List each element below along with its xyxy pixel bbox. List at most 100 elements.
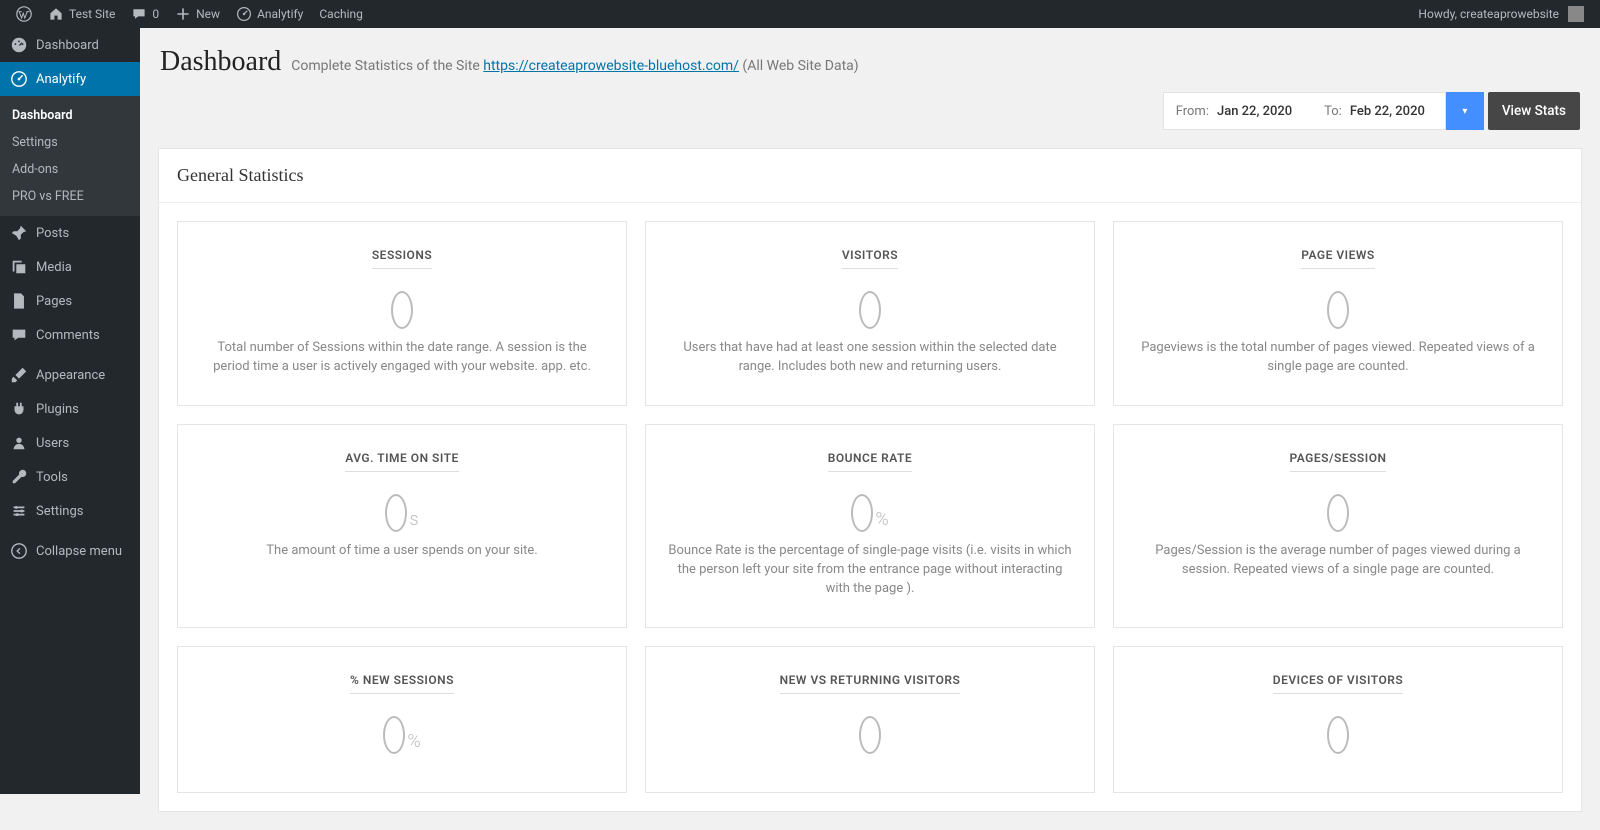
site-menu[interactable]: Test Site: [40, 0, 123, 28]
nav-label: Pages: [36, 294, 72, 309]
main-content: Dashboard Complete Statistics of the Sit…: [140, 28, 1600, 812]
stat-unit: s: [409, 509, 418, 530]
stats-grid: SESSIONS Total number of Sessions within …: [159, 203, 1581, 811]
stat-value-glyph: [851, 494, 873, 532]
nav-label: Posts: [36, 226, 69, 241]
stat-card-new-vs-returning-visitors: NEW VS RETURNING VISITORS: [645, 646, 1095, 793]
stat-card-sessions: SESSIONS Total number of Sessions within …: [177, 221, 627, 406]
wp-logo-menu[interactable]: [8, 0, 40, 28]
date-expand-button[interactable]: ▾: [1446, 92, 1484, 130]
side-nav: Dashboard Analytify Dashboard Settings A…: [0, 28, 140, 794]
analytify-menu[interactable]: Analytify: [228, 0, 311, 28]
stat-title: PAGES/SESSION: [1290, 451, 1387, 472]
gauge-icon: [10, 70, 28, 88]
panel-title: General Statistics: [159, 149, 1581, 203]
home-icon: [48, 6, 64, 22]
stat-title: BOUNCE RATE: [828, 451, 912, 472]
comment-icon: [131, 6, 147, 22]
date-range-toolbar: From: Jan 22, 2020 To: Feb 22, 2020 ▾ Vi…: [140, 92, 1600, 148]
nav-users[interactable]: Users: [0, 426, 140, 460]
to-label: To:: [1312, 104, 1350, 119]
stat-value: [666, 710, 1074, 754]
page-icon: [10, 292, 28, 310]
nav-plugins[interactable]: Plugins: [0, 392, 140, 426]
nav-label: Tools: [36, 470, 68, 485]
page-title: Dashboard: [160, 46, 281, 77]
wordpress-icon: [16, 6, 32, 22]
nav-label: Dashboard: [36, 38, 99, 53]
sub-pro-vs-free[interactable]: PRO vs FREE: [0, 183, 140, 210]
stat-card-devices-of-visitors: DEVICES OF VISITORS: [1113, 646, 1563, 793]
nav-pages[interactable]: Pages: [0, 284, 140, 318]
nav-label: Comments: [36, 328, 100, 343]
media-icon: [10, 258, 28, 276]
chevron-down-icon: ▾: [1462, 106, 1467, 117]
comment-count: 0: [152, 7, 159, 21]
admin-bar-right: Howdy, createaprowebsite: [1410, 0, 1592, 28]
stat-value: [1134, 710, 1542, 754]
nav-comments[interactable]: Comments: [0, 318, 140, 352]
caching-menu[interactable]: Caching: [311, 0, 371, 28]
stat-description: Pageviews is the total number of pages v…: [1134, 339, 1542, 377]
site-url-link[interactable]: https://createaprowebsite-bluehost.com/: [483, 58, 739, 74]
stat-value-glyph: [391, 291, 413, 329]
comment-icon: [10, 326, 28, 344]
nav-posts[interactable]: Posts: [0, 216, 140, 250]
sub-settings[interactable]: Settings: [0, 129, 140, 156]
nav-label: Media: [36, 260, 72, 275]
nav-label: Collapse menu: [36, 544, 122, 559]
nav-appearance[interactable]: Appearance: [0, 358, 140, 392]
nav-tools[interactable]: Tools: [0, 460, 140, 494]
analytify-submenu: Dashboard Settings Add-ons PRO vs FREE: [0, 96, 140, 216]
stat-value-glyph: [385, 494, 407, 532]
stat-unit: %: [875, 509, 888, 530]
nav-label: Plugins: [36, 402, 79, 417]
new-menu[interactable]: New: [167, 0, 228, 28]
stat-value: %: [666, 488, 1074, 532]
sub-dashboard[interactable]: Dashboard: [0, 102, 140, 129]
sub-addons[interactable]: Add-ons: [0, 156, 140, 183]
stat-title: AVG. TIME ON SITE: [345, 451, 459, 472]
stat-value: s: [198, 488, 606, 532]
subtitle-prefix: Complete Statistics of the Site: [291, 58, 483, 74]
site-name: Test Site: [69, 7, 115, 21]
dashboard-icon: [10, 36, 28, 54]
nav-label: Analytify: [36, 72, 86, 87]
nav-analytify[interactable]: Analytify: [0, 62, 140, 96]
stat-value-glyph: [383, 716, 405, 754]
page-subtitle: Complete Statistics of the Site https://…: [291, 58, 858, 74]
avatar: [1568, 6, 1584, 22]
nav-collapse-menu[interactable]: Collapse menu: [0, 534, 140, 568]
stat-title: VISITORS: [842, 248, 898, 269]
view-stats-button[interactable]: View Stats: [1488, 92, 1580, 130]
stat-title: SESSIONS: [372, 248, 432, 269]
admin-bar-left: Test Site 0 New Analytify Caching: [8, 0, 371, 28]
general-statistics-panel: General Statistics SESSIONS Total number …: [158, 148, 1582, 812]
stat-value: [1134, 488, 1542, 532]
stat-title: DEVICES OF VISITORS: [1273, 673, 1403, 694]
to-date: Feb 22, 2020: [1350, 104, 1445, 119]
stat-card-pages-session: PAGES/SESSIONPages/Session is the averag…: [1113, 424, 1563, 628]
stat-value-glyph: [1327, 291, 1349, 329]
page-header: Dashboard Complete Statistics of the Sit…: [140, 28, 1600, 92]
plus-icon: [175, 6, 191, 22]
nav-settings[interactable]: Settings: [0, 494, 140, 528]
stat-title: % NEW SESSIONS: [350, 673, 454, 694]
stat-value: %: [198, 710, 606, 754]
date-range-picker[interactable]: From: Jan 22, 2020 To: Feb 22, 2020: [1163, 92, 1446, 130]
settings-icon: [10, 502, 28, 520]
stat-value: [666, 285, 1074, 329]
nav-dashboard[interactable]: Dashboard: [0, 28, 140, 62]
from-date: Jan 22, 2020: [1217, 104, 1312, 119]
pin-icon: [10, 224, 28, 242]
plug-icon: [10, 400, 28, 418]
nav-label: Settings: [36, 504, 83, 519]
account-menu[interactable]: Howdy, createaprowebsite: [1410, 0, 1592, 28]
comments-menu[interactable]: 0: [123, 0, 167, 28]
stat-unit: %: [407, 731, 420, 752]
nav-label: Users: [36, 436, 69, 451]
stat-description: Total number of Sessions within the date…: [198, 339, 606, 377]
nav-media[interactable]: Media: [0, 250, 140, 284]
stat-title: PAGE VIEWS: [1301, 248, 1374, 269]
stat-description: The amount of time a user spends on your…: [198, 542, 606, 561]
